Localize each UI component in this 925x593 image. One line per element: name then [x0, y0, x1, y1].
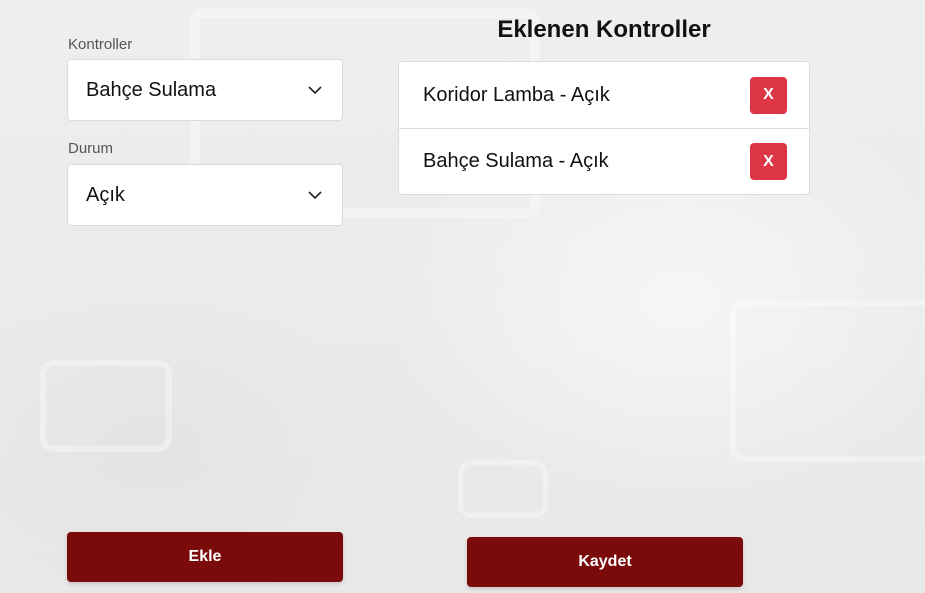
chevron-down-icon [306, 81, 324, 99]
list-item-text: Koridor Lamba - Açık [423, 83, 610, 106]
background-decoration [458, 460, 548, 518]
added-controls-title: Eklenen Kontroller [497, 16, 711, 43]
list-item-text: Bahçe Sulama - Açık [423, 150, 609, 172]
list-item: Koridor Lamba - Açık X [399, 62, 809, 128]
background-decoration [730, 300, 925, 462]
save-button[interactable]: Kaydet [467, 537, 743, 587]
added-controls-list: Koridor Lamba - Açık X Bahçe Sulama - Aç… [398, 61, 810, 195]
status-select[interactable]: Açık [67, 164, 343, 226]
status-select-value: Açık [86, 183, 125, 206]
list-item: Bahçe Sulama - Açık X [399, 128, 809, 194]
controller-select-value: Bahçe Sulama [86, 78, 217, 101]
remove-button[interactable]: X [750, 76, 787, 114]
background-decoration [40, 360, 172, 452]
controller-label: Kontroller [68, 36, 133, 53]
add-button[interactable]: Ekle [67, 532, 343, 582]
status-label: Durum [68, 140, 114, 157]
chevron-down-icon [306, 186, 324, 204]
remove-button[interactable]: X [750, 143, 787, 180]
controller-select[interactable]: Bahçe Sulama [67, 59, 343, 121]
